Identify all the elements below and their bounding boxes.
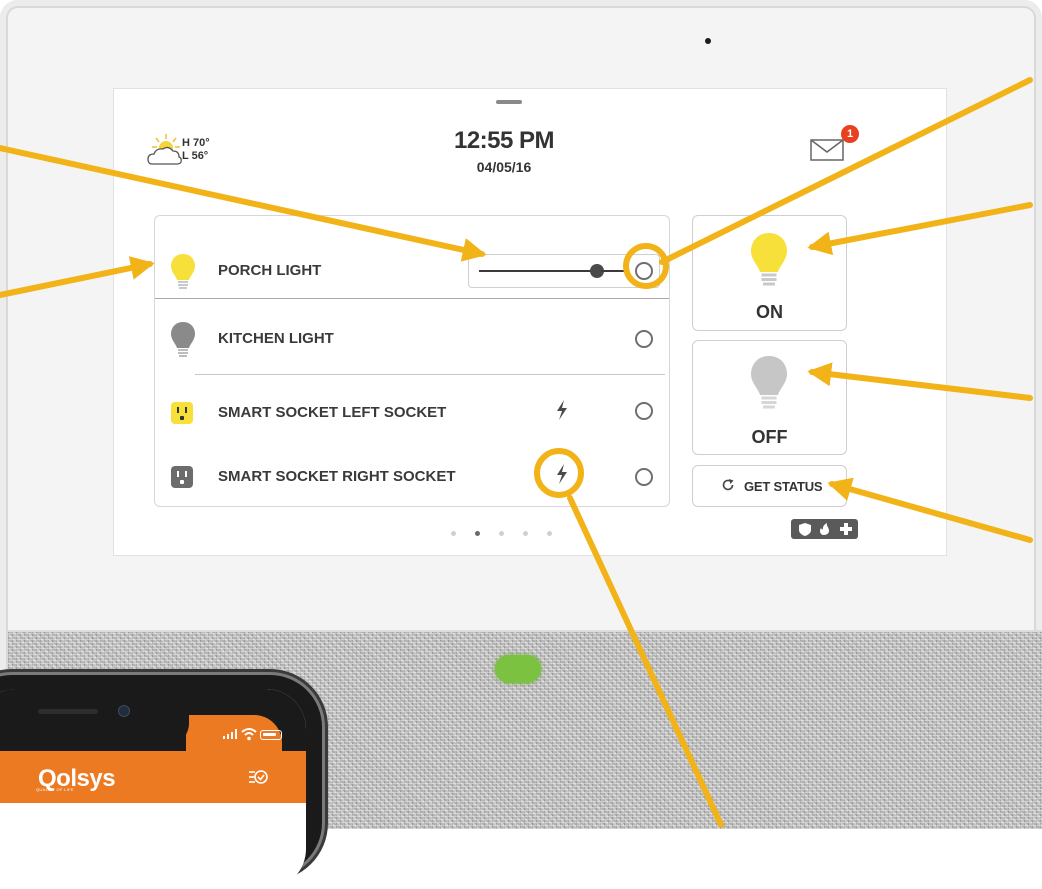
device-name: PORCH LIGHT (218, 262, 322, 279)
clock-date: 04/05/16 (476, 159, 532, 175)
smart-socket-off-icon (171, 466, 193, 488)
low-temp: L 56° (182, 150, 209, 162)
device-name: SMART SOCKET LEFT SOCKET (218, 404, 447, 421)
page-dot[interactable] (499, 531, 504, 536)
wifi-icon (241, 728, 257, 741)
slider-tail (601, 270, 625, 272)
page-dot-active[interactable] (475, 531, 480, 536)
page-dot[interactable] (547, 531, 552, 536)
phone-mockup: Qolsys QUALITY OF LIFE (0, 675, 325, 889)
select-radio-smart-socket-right[interactable] (635, 468, 653, 486)
turn-off-button[interactable]: OFF (692, 340, 847, 455)
light-bulb-off-icon (171, 322, 195, 357)
front-camera-icon (118, 705, 130, 717)
battery-icon (260, 730, 282, 740)
page-dot[interactable] (523, 531, 528, 536)
off-label: OFF (751, 427, 788, 447)
divider (195, 374, 665, 375)
select-radio-porch-light[interactable] (635, 262, 653, 280)
smart-socket-on-icon (171, 402, 193, 424)
touchscreen: H 70° L 56° 12:55 PM 04/05/16 1 PORCH LI… (113, 88, 947, 556)
device-list: PORCH LIGHT KITCHEN LIGHT SMART SOCKET L… (154, 215, 670, 507)
get-status-label: GET STATUS (744, 479, 823, 494)
temperature-readout: H 70° L 56° (182, 137, 210, 163)
lightning-bolt-icon (557, 464, 567, 484)
page-dot[interactable] (451, 531, 456, 536)
list-item-smart-socket-right[interactable]: SMART SOCKET RIGHT SOCKET (155, 444, 669, 508)
list-item-smart-socket-left[interactable]: SMART SOCKET LEFT SOCKET (155, 380, 669, 444)
partly-cloudy-icon (147, 134, 182, 165)
earpiece-speaker (38, 709, 98, 714)
phone-notch (4, 689, 189, 747)
list-item-porch-light[interactable]: PORCH LIGHT (155, 238, 669, 302)
light-bulb-on-icon (751, 233, 787, 286)
page-indicator (451, 523, 571, 536)
light-bulb-on-icon (171, 254, 195, 289)
pull-down-handle[interactable] (496, 100, 522, 104)
get-status-button[interactable]: GET STATUS (692, 465, 847, 507)
on-label: ON (756, 302, 783, 322)
emergency-panel-icon[interactable] (791, 519, 858, 539)
status-led (495, 655, 541, 683)
list-item-kitchen-light[interactable]: KITCHEN LIGHT (155, 306, 669, 370)
cellular-signal-icon (223, 729, 237, 739)
clock-time: 12:55 PM (453, 127, 555, 154)
select-radio-kitchen-light[interactable] (635, 330, 653, 348)
checklist-icon[interactable] (248, 767, 268, 787)
device-name: KITCHEN LIGHT (218, 330, 334, 347)
device-name: SMART SOCKET RIGHT SOCKET (218, 468, 456, 485)
divider (155, 298, 669, 299)
unread-badge: 1 (841, 125, 859, 143)
light-bulb-off-icon (751, 356, 787, 409)
mail-icon[interactable] (810, 139, 844, 161)
high-temp: H 70° (182, 137, 210, 149)
phone-screen: Qolsys QUALITY OF LIFE (0, 689, 306, 889)
lightning-bolt-icon (557, 400, 567, 420)
app-header: Qolsys QUALITY OF LIFE (0, 751, 306, 803)
camera-icon (705, 38, 711, 44)
turn-on-button[interactable]: ON (692, 215, 847, 331)
dimmer-slider[interactable] (468, 254, 660, 288)
brand-tagline: QUALITY OF LIFE (36, 787, 74, 792)
select-radio-smart-socket-left[interactable] (635, 402, 653, 420)
refresh-icon (722, 479, 734, 491)
